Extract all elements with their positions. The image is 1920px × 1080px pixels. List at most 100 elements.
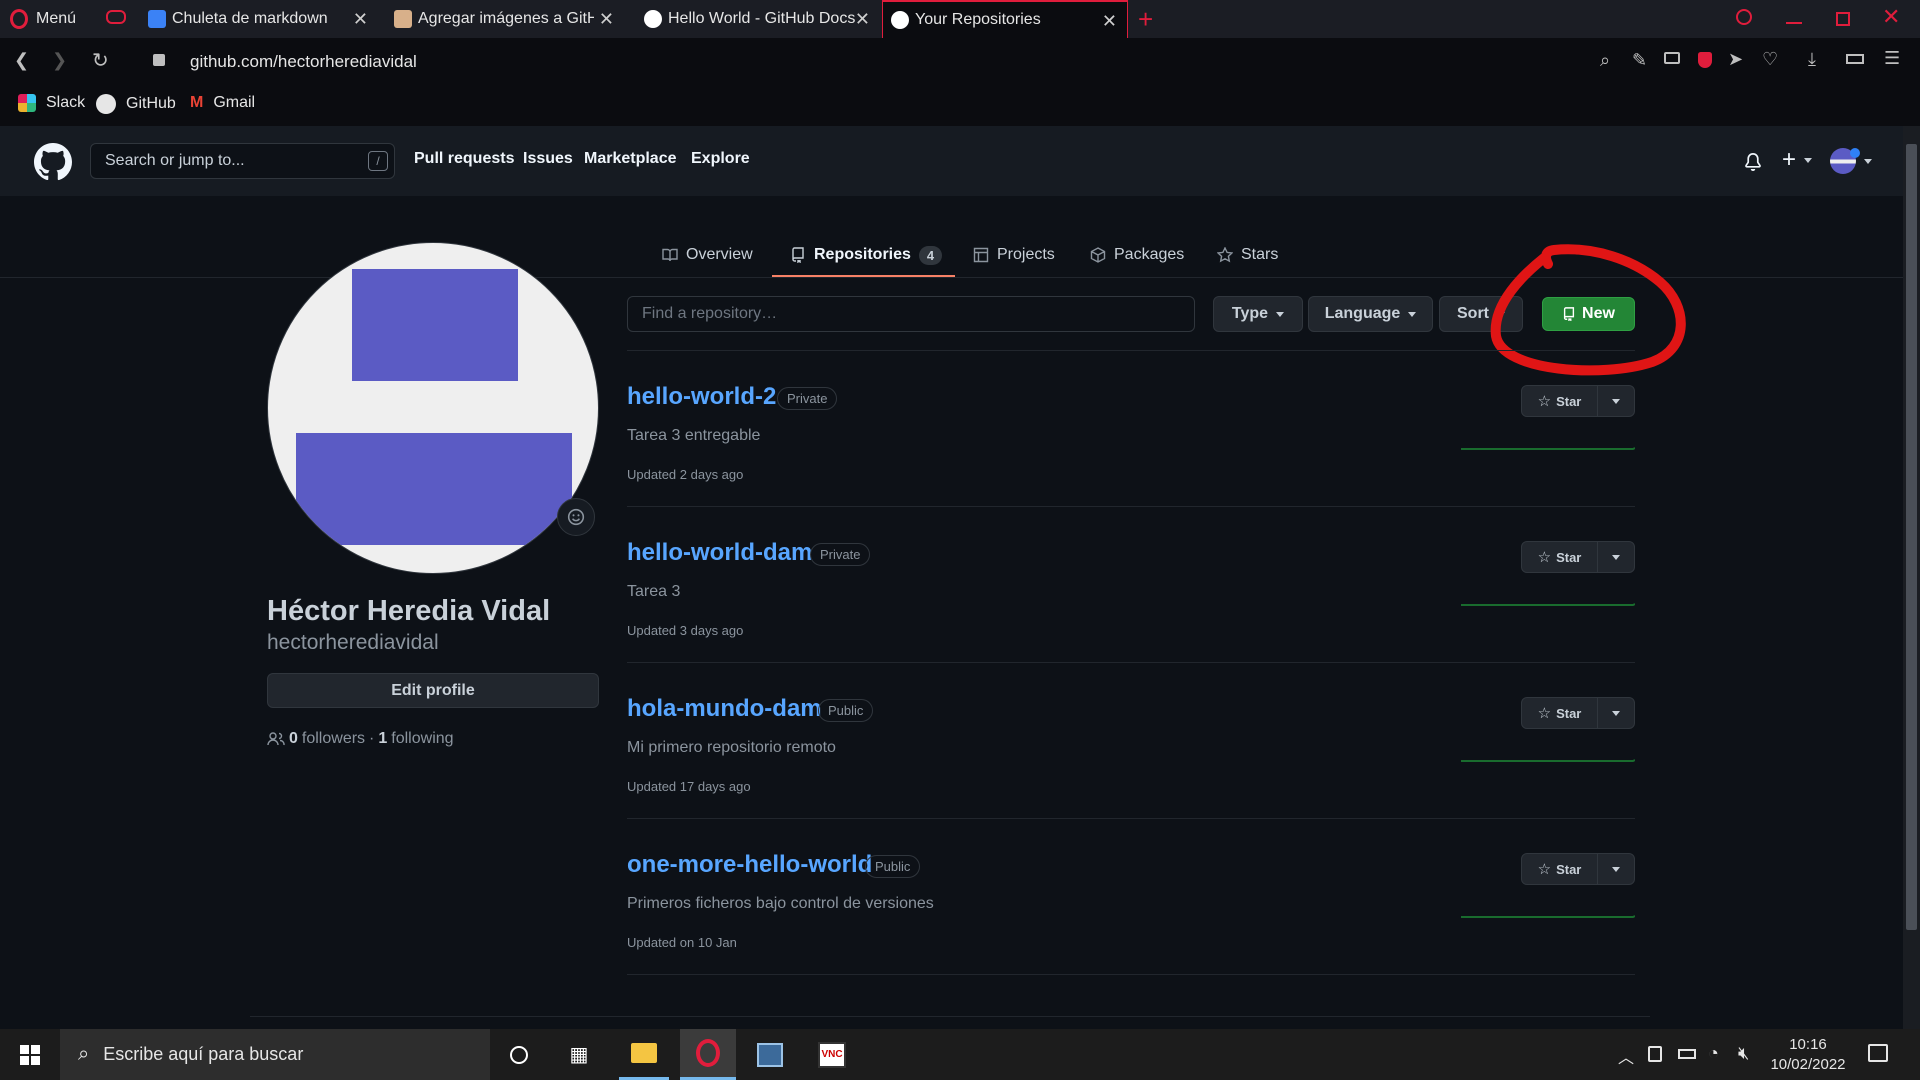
star-icon: ☆ xyxy=(1537,393,1552,410)
wifi-icon[interactable]: ◔ xyxy=(1708,1043,1719,1064)
taskbar-search-box[interactable]: ⌕ Escribe aquí para buscar xyxy=(60,1029,490,1080)
language-filter-button[interactable]: Language xyxy=(1308,296,1433,332)
smiley-icon xyxy=(567,508,585,526)
file-explorer-app[interactable] xyxy=(619,1029,669,1080)
footer-divider xyxy=(250,1016,1650,1017)
nav-pull-requests[interactable]: Pull requests xyxy=(414,150,514,168)
gamepad-icon[interactable] xyxy=(106,10,126,24)
task-view-button[interactable]: ▦ xyxy=(554,1029,604,1080)
repo-name-link[interactable]: hola-mundo-dam xyxy=(627,695,822,723)
bookmark-gmail[interactable]: M Gmail xyxy=(190,94,255,112)
clock-time: 10:16 xyxy=(1789,1036,1827,1053)
lens-icon[interactable]: ⌕ xyxy=(1600,50,1610,71)
create-new-menu[interactable]: + xyxy=(1782,146,1813,174)
close-tab-icon[interactable]: ✕ xyxy=(599,9,614,29)
repo-name-link[interactable]: hello-world-2 xyxy=(627,383,776,411)
star-list-dropdown[interactable] xyxy=(1597,542,1634,572)
star-button[interactable]: ☆ Star xyxy=(1522,698,1598,728)
nav-issues[interactable]: Issues xyxy=(523,150,573,168)
github-header: Search or jump to... / Pull requests Iss… xyxy=(0,126,1903,196)
restore-icon[interactable] xyxy=(1836,12,1850,26)
repo-name-link[interactable]: one-more-hello-world xyxy=(627,851,872,879)
browser-tab-bar: Menú Chuleta de markdown ✕ Agregar imáge… xyxy=(0,0,1920,38)
close-tab-icon[interactable]: ✕ xyxy=(1102,11,1117,31)
new-tab-icon[interactable]: + xyxy=(1138,4,1153,35)
show-hidden-icons-icon[interactable]: ︿ xyxy=(1618,1044,1634,1068)
forward-icon[interactable]: ❯ xyxy=(52,50,67,71)
vnc-viewer-app[interactable]: VNC xyxy=(804,1029,860,1080)
star-icon: ☆ xyxy=(1537,549,1552,566)
bell-icon[interactable] xyxy=(1744,152,1762,172)
close-tab-icon[interactable]: ✕ xyxy=(353,9,368,29)
tab-packages[interactable]: Packages xyxy=(1090,240,1184,270)
bookmarks-bar: Slack GitHub M Gmail xyxy=(0,86,1920,126)
edit-profile-button[interactable]: Edit profile xyxy=(267,673,599,708)
volume-muted-icon[interactable]: 🔇︎ xyxy=(1738,1043,1749,1064)
page-scrollbar[interactable] xyxy=(1903,126,1920,1029)
battery-icon[interactable] xyxy=(1678,1049,1696,1059)
star-button[interactable]: ☆ Star xyxy=(1522,542,1598,572)
adblock-shield-icon[interactable] xyxy=(1698,52,1712,68)
followers-label[interactable]: followers xyxy=(302,730,365,748)
browser-menu-button[interactable]: Menú xyxy=(10,9,76,29)
tab-overview[interactable]: Overview xyxy=(662,240,753,270)
repo-updated: Updated 17 days ago xyxy=(627,779,751,794)
reload-icon[interactable]: ↻ xyxy=(92,48,109,73)
activity-sparkline xyxy=(1461,759,1635,762)
star-list-dropdown[interactable] xyxy=(1597,386,1634,416)
cortana-button[interactable] xyxy=(494,1029,544,1080)
tab-stars[interactable]: Stars xyxy=(1217,240,1278,270)
notifications-icon[interactable] xyxy=(1868,1044,1888,1062)
chevron-down-icon xyxy=(1276,311,1285,317)
download-icon[interactable]: ⤓ xyxy=(1808,49,1816,70)
scrollbar-thumb[interactable] xyxy=(1906,144,1917,930)
global-search-input[interactable]: Search or jump to... / xyxy=(90,143,395,179)
type-filter-button[interactable]: Type xyxy=(1213,296,1303,332)
star-list-dropdown[interactable] xyxy=(1597,698,1634,728)
system-clock[interactable]: 10:16 10/02/2022 xyxy=(1768,1035,1848,1075)
url-field[interactable]: github.com/hectorherediavidal xyxy=(190,52,417,72)
star-list-dropdown[interactable] xyxy=(1597,854,1634,884)
battery-saver-icon[interactable] xyxy=(1846,54,1864,64)
chevron-down-icon xyxy=(1408,311,1417,317)
folder-icon xyxy=(631,1043,657,1063)
edit-icon[interactable]: ✎ xyxy=(1632,50,1647,71)
followers-count[interactable]: 0 xyxy=(289,730,298,748)
heart-icon[interactable]: ♡ xyxy=(1762,49,1778,70)
meet-now-icon[interactable] xyxy=(1648,1046,1662,1062)
profile-avatar[interactable] xyxy=(267,242,599,574)
find-repository-input[interactable]: Find a repository… xyxy=(627,296,1195,332)
app-window-button[interactable] xyxy=(742,1029,798,1080)
star-button[interactable]: ☆ Star xyxy=(1522,854,1598,884)
close-window-icon[interactable]: ✕ xyxy=(1882,4,1900,30)
easy-setup-icon[interactable]: ☰ xyxy=(1884,48,1900,69)
minimize-icon[interactable] xyxy=(1786,22,1802,24)
visibility-badge: Public xyxy=(818,699,874,722)
tab-markdown[interactable]: Chuleta de markdown ✕ xyxy=(140,0,378,38)
tab-title: Agregar imágenes a GitHub xyxy=(418,10,594,27)
tab-projects[interactable]: Projects xyxy=(973,240,1055,270)
project-icon xyxy=(973,247,989,263)
star-button[interactable]: ☆ Star xyxy=(1522,386,1598,416)
send-icon[interactable]: ➤ xyxy=(1728,49,1743,70)
camera-icon[interactable] xyxy=(1664,52,1680,64)
nav-explore[interactable]: Explore xyxy=(691,150,750,168)
star-icon: ☆ xyxy=(1537,861,1552,878)
nav-marketplace[interactable]: Marketplace xyxy=(584,150,677,168)
bookmark-slack[interactable]: Slack xyxy=(18,94,85,112)
following-count[interactable]: 1 xyxy=(378,730,387,748)
close-tab-icon[interactable]: ✕ xyxy=(855,9,870,29)
back-icon[interactable]: ❮ xyxy=(14,50,29,71)
start-button[interactable] xyxy=(0,1029,60,1080)
repo-name-link[interactable]: hello-world-dam xyxy=(627,539,812,567)
github-logo-icon[interactable] xyxy=(34,143,72,181)
following-label[interactable]: following xyxy=(391,730,453,748)
tab-hello-world-docs[interactable]: Hello World - GitHub Docs ✕ xyxy=(636,0,880,38)
set-status-button[interactable] xyxy=(557,498,595,536)
tab-your-repositories[interactable]: Your Repositories ✕ xyxy=(882,0,1128,38)
opera-app[interactable] xyxy=(680,1029,736,1080)
search-tabs-icon[interactable] xyxy=(1736,9,1752,25)
tab-agregar-imagenes[interactable]: Agregar imágenes a GitHub ✕ xyxy=(386,0,624,38)
tab-repositories[interactable]: Repositories 4 xyxy=(790,240,943,270)
bookmark-github[interactable]: GitHub xyxy=(96,94,176,114)
